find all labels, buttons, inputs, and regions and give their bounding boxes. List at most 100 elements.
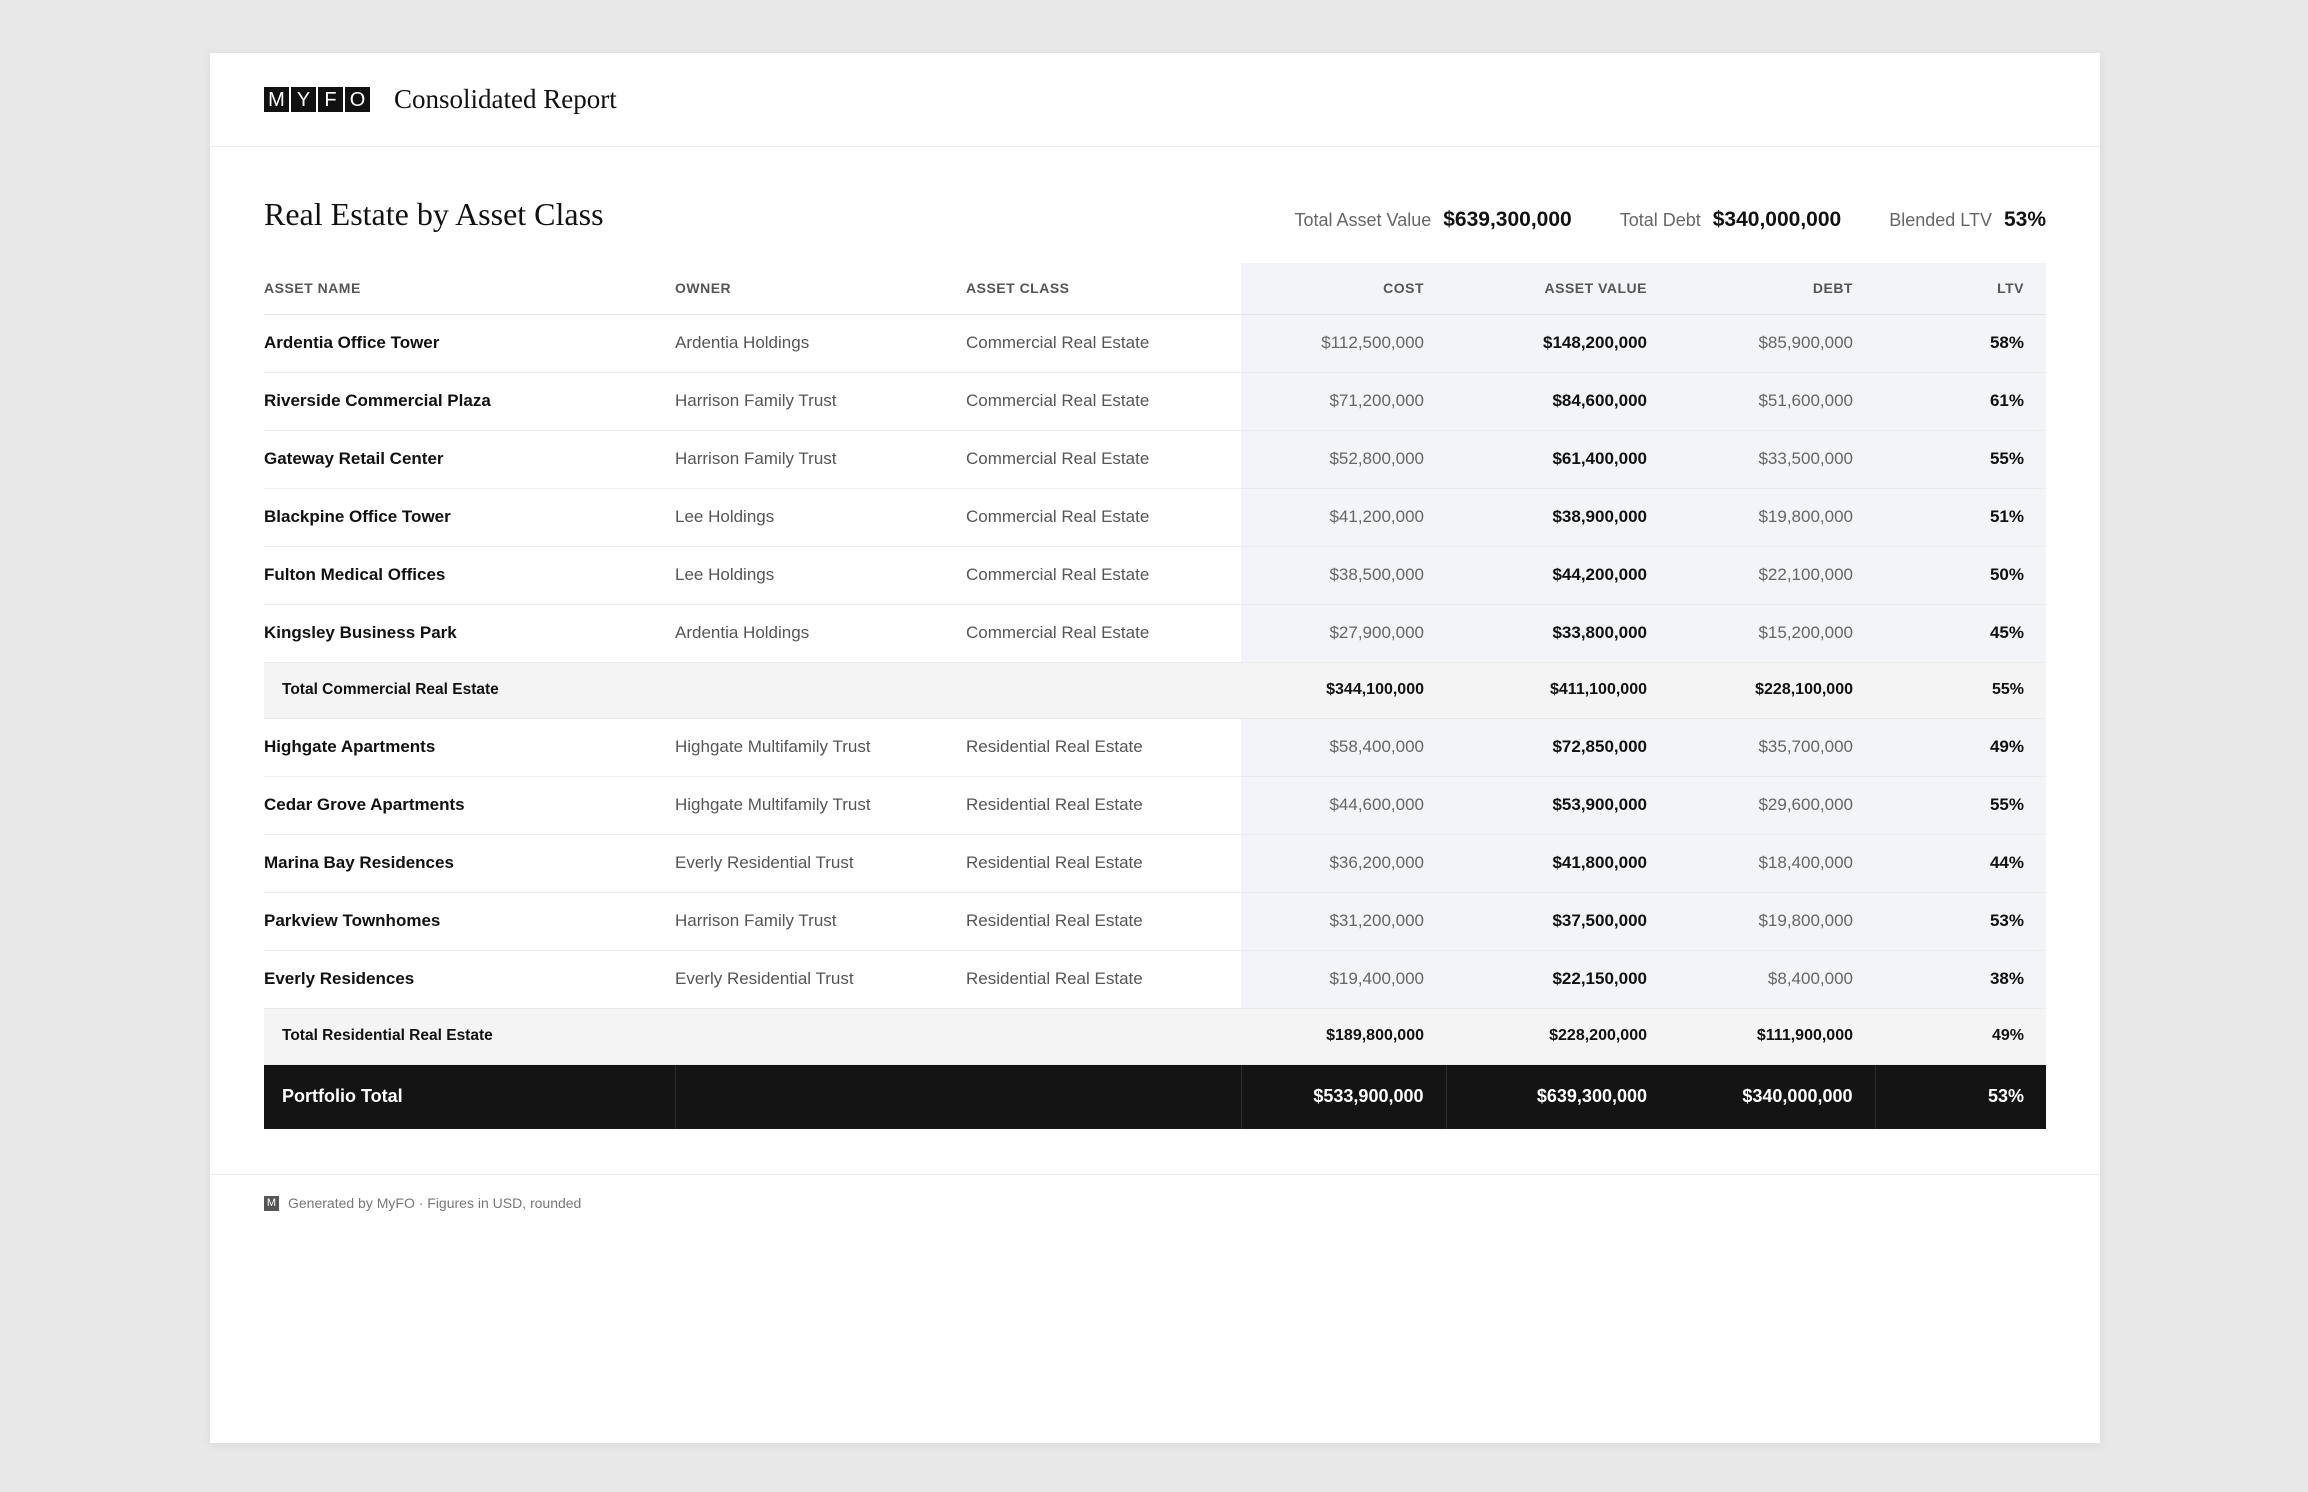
asset-name-cell: Everly Residences (264, 950, 675, 1009)
table-row: Parkview Townhomes Harrison Family Trust… (264, 892, 2046, 951)
debt-cell: $35,700,000 (1669, 718, 1875, 777)
summary-value: $639,300,000 (1443, 208, 1572, 231)
ltv-cell: 51% (1875, 488, 2046, 547)
subtotal-cost: $189,800,000 (1241, 1008, 1446, 1065)
report-title: Consolidated Report (394, 84, 617, 114)
ltv-cell: 50% (1875, 546, 2046, 605)
portfolio-total-label: Portfolio Total (264, 1064, 675, 1129)
summary-value: $340,000,000 (1712, 208, 1842, 231)
cost-cell: $52,800,000 (1241, 430, 1446, 489)
table-row: Gateway Retail Center Harrison Family Tr… (264, 430, 2046, 489)
portfolio-total-cost: $533,900,000 (1240, 1064, 1446, 1129)
cost-cell: $27,900,000 (1241, 604, 1446, 663)
owner-cell: Ardentia Holdings (675, 604, 966, 663)
asset-value-cell: $72,850,000 (1446, 718, 1669, 777)
cost-cell: $38,500,000 (1241, 546, 1446, 605)
cost-cell: $41,200,000 (1241, 488, 1446, 547)
myfo-mini-logo-icon: M (264, 1195, 279, 1211)
owner-cell: Ardentia Holdings (675, 314, 966, 373)
column-header-owner: OWNER (675, 263, 966, 315)
owner-cell: Highgate Multifamily Trust (675, 718, 966, 777)
asset-name-cell: Cedar Grove Apartments (264, 776, 675, 835)
cost-cell: $19,400,000 (1241, 950, 1446, 1009)
subtotal-label: Total Residential Real Estate (264, 1008, 1241, 1065)
logo-letter: O (345, 87, 370, 112)
column-header-asset-name: ASSET NAME (264, 263, 675, 315)
subtotal-ltv: 49% (1875, 1008, 2046, 1065)
debt-cell: $29,600,000 (1669, 776, 1875, 835)
subtotal-label: Total Commercial Real Estate (264, 662, 1241, 719)
debt-cell: $22,100,000 (1669, 546, 1875, 605)
column-header-cost: COST (1241, 263, 1446, 315)
cost-cell: $31,200,000 (1241, 892, 1446, 951)
ltv-cell: 61% (1875, 372, 2046, 431)
column-header-asset-value: ASSET VALUE (1446, 263, 1669, 315)
portfolio-total-spacer (674, 1064, 1241, 1129)
footer-text: Generated by MyFO · Figures in USD, roun… (288, 1195, 582, 1211)
subtotal-asset-value: $411,100,000 (1446, 662, 1669, 719)
ltv-cell: 44% (1875, 834, 2046, 893)
asset-value-cell: $41,800,000 (1446, 834, 1669, 893)
asset-value-cell: $22,150,000 (1446, 950, 1669, 1009)
logo-letter: M (264, 87, 289, 112)
asset-value-cell: $38,900,000 (1446, 488, 1669, 547)
asset-value-cell: $53,900,000 (1446, 776, 1669, 835)
asset-value-cell: $44,200,000 (1446, 546, 1669, 605)
table-row: Fulton Medical Offices Lee Holdings Comm… (264, 546, 2046, 605)
debt-cell: $15,200,000 (1669, 604, 1875, 663)
asset-class-cell: Residential Real Estate (966, 892, 1241, 951)
owner-cell: Harrison Family Trust (675, 430, 966, 489)
report-header: M Y F O Consolidated Report (210, 53, 2100, 147)
myfo-logo: M Y F O (264, 87, 370, 112)
report-footer: M Generated by MyFO · Figures in USD, ro… (210, 1174, 2100, 1211)
report-card: M Y F O Consolidated Report Real Estate … (210, 53, 2100, 1443)
portfolio-total-asset-value: $639,300,000 (1445, 1064, 1669, 1129)
asset-class-cell: Residential Real Estate (966, 718, 1241, 777)
table-row: Ardentia Office Tower Ardentia Holdings … (264, 314, 2046, 373)
debt-cell: $33,500,000 (1669, 430, 1875, 489)
asset-value-cell: $37,500,000 (1446, 892, 1669, 951)
logo-letter: F (318, 87, 343, 112)
table-row: Blackpine Office Tower Lee Holdings Comm… (264, 488, 2046, 547)
asset-value-cell: $84,600,000 (1446, 372, 1669, 431)
table-row: Kingsley Business Park Ardentia Holdings… (264, 604, 2046, 663)
ltv-cell: 38% (1875, 950, 2046, 1009)
ltv-cell: 58% (1875, 314, 2046, 373)
cost-cell: $36,200,000 (1241, 834, 1446, 893)
asset-class-cell: Commercial Real Estate (966, 488, 1241, 547)
asset-name-cell: Parkview Townhomes (264, 892, 675, 951)
cost-cell: $112,500,000 (1241, 314, 1446, 373)
cost-cell: $58,400,000 (1241, 718, 1446, 777)
ltv-cell: 53% (1875, 892, 2046, 951)
ltv-cell: 55% (1875, 430, 2046, 489)
asset-class-cell: Commercial Real Estate (966, 314, 1241, 373)
owner-cell: Lee Holdings (675, 488, 966, 547)
portfolio-total-ltv: 53% (1874, 1064, 2046, 1129)
asset-name-cell: Kingsley Business Park (264, 604, 675, 663)
table-row: Marina Bay Residences Everly Residential… (264, 834, 2046, 893)
debt-cell: $85,900,000 (1669, 314, 1875, 373)
table-row: Highgate Apartments Highgate Multifamily… (264, 718, 2046, 777)
summary-label: Blended LTV (1889, 210, 1992, 230)
portfolio-total-row: Portfolio Total $533,900,000 $639,300,00… (264, 1064, 2046, 1129)
owner-cell: Lee Holdings (675, 546, 966, 605)
asset-name-cell: Fulton Medical Offices (264, 546, 675, 605)
asset-class-cell: Residential Real Estate (966, 776, 1241, 835)
owner-cell: Everly Residential Trust (675, 834, 966, 893)
ltv-cell: 55% (1875, 776, 2046, 835)
asset-table: ASSET NAME OWNER ASSET CLASS COST ASSET … (264, 263, 2046, 1129)
logo-letter: Y (291, 87, 316, 112)
summary-total-asset-value: Total Asset Value $639,300,000 (1294, 208, 1571, 232)
debt-cell: $8,400,000 (1669, 950, 1875, 1009)
portfolio-total-debt: $340,000,000 (1669, 1064, 1875, 1129)
column-header-debt: DEBT (1669, 263, 1875, 315)
asset-class-cell: Commercial Real Estate (966, 430, 1241, 489)
debt-cell: $19,800,000 (1669, 488, 1875, 547)
cost-cell: $44,600,000 (1241, 776, 1446, 835)
subtotal-row: Total Commercial Real Estate $344,100,00… (264, 662, 2046, 719)
column-header-ltv: LTV (1875, 263, 2046, 315)
asset-value-cell: $61,400,000 (1446, 430, 1669, 489)
subtotal-debt: $111,900,000 (1669, 1008, 1875, 1065)
owner-cell: Harrison Family Trust (675, 892, 966, 951)
asset-value-cell: $33,800,000 (1446, 604, 1669, 663)
